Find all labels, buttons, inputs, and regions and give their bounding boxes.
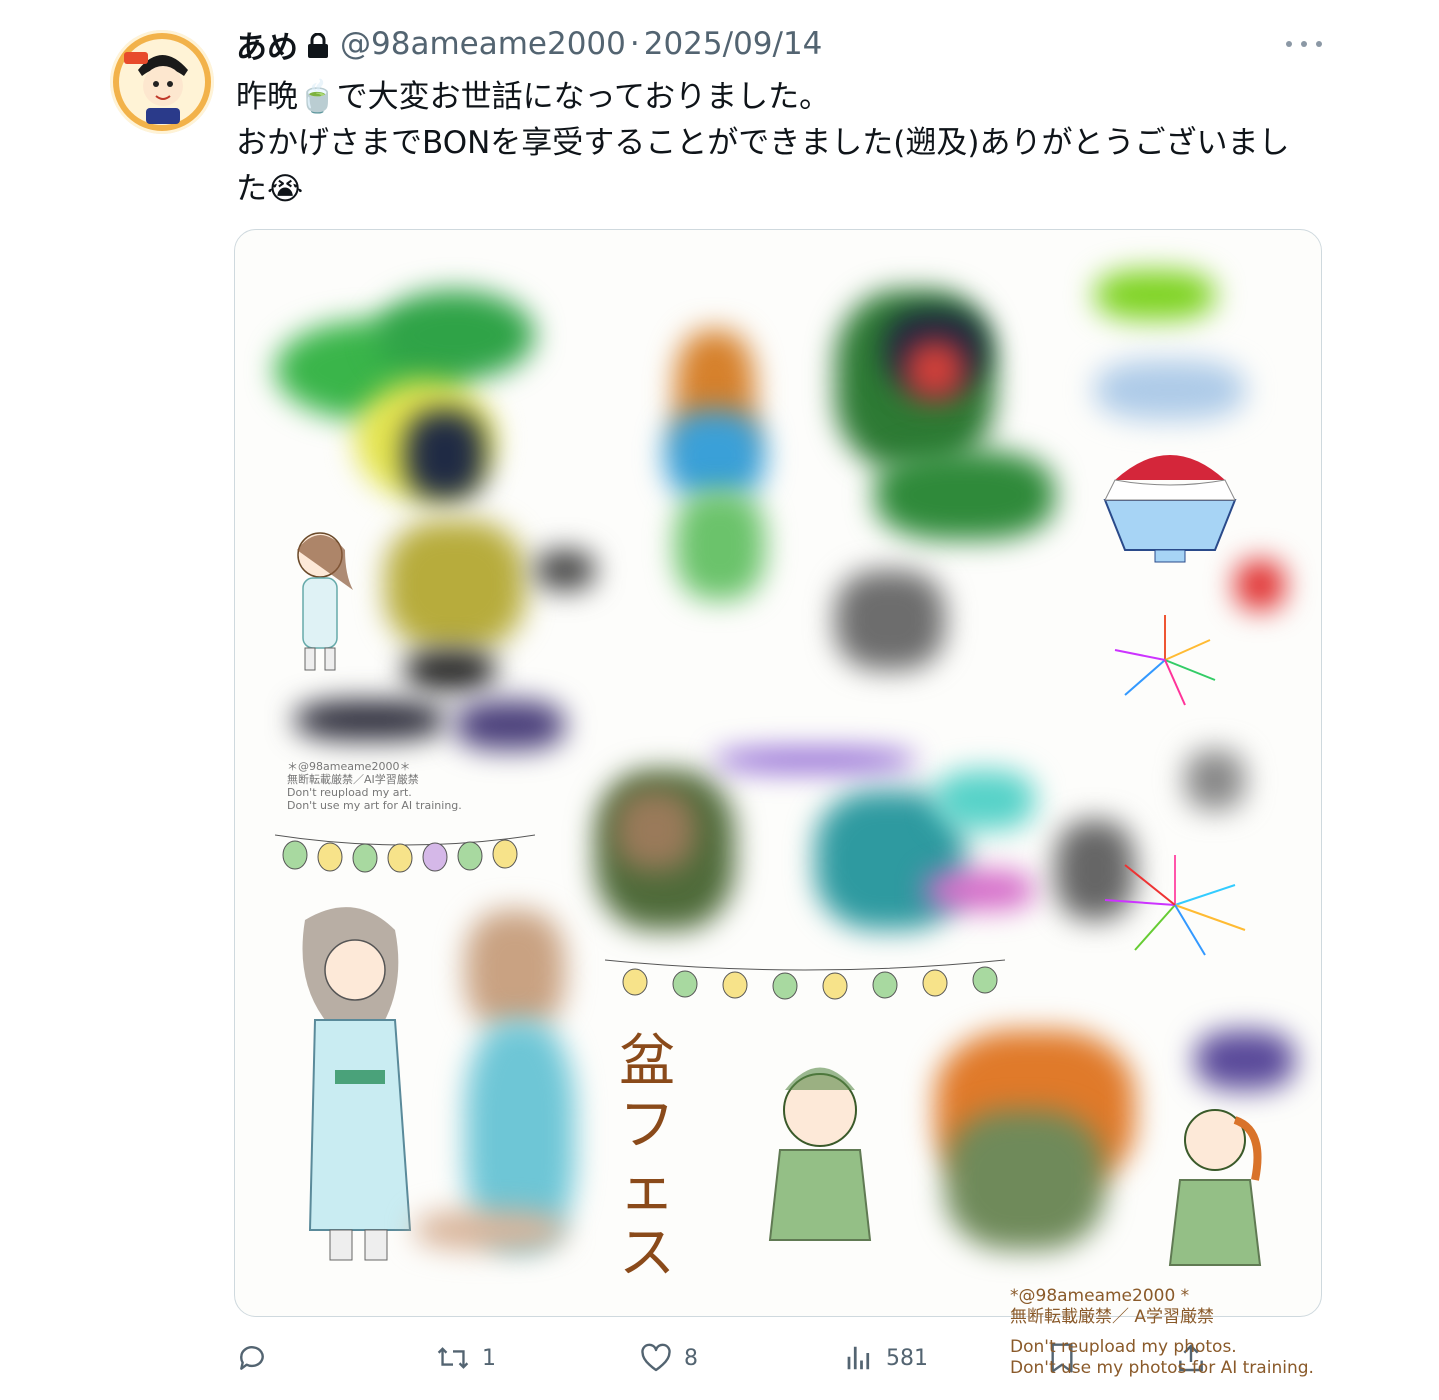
watermark-line: Don't use my photos for AI training. bbox=[1010, 1358, 1314, 1378]
lock-icon bbox=[306, 31, 330, 58]
media-watermark-right: *@98ameame2000 * 無断転載厳禁／ A学習厳禁 Don't reu… bbox=[1010, 1286, 1314, 1379]
watermark-line: ＊@98ameame2000＊ bbox=[287, 760, 411, 773]
display-name[interactable]: あめ bbox=[236, 22, 298, 67]
media-vertical-title: 盆フェス bbox=[619, 1029, 675, 1286]
retweet-count: 1 bbox=[482, 1345, 496, 1371]
more-options-icon[interactable] bbox=[1286, 32, 1322, 56]
watermark-line: 無断転載厳禁／ A学習厳禁 bbox=[1010, 1307, 1215, 1327]
reply-button[interactable] bbox=[236, 1338, 280, 1378]
tweet-text: 昨晩🍵で大変お世話になっておりました。 おかげさまでBONを享受することができま… bbox=[236, 74, 1326, 212]
like-button[interactable]: 8 bbox=[640, 1338, 698, 1378]
tweet-text-line: た😭 bbox=[236, 171, 304, 207]
user-handle[interactable]: @98ameame2000 bbox=[340, 26, 626, 62]
retweet-icon bbox=[437, 1347, 469, 1369]
tweet-media-image[interactable]: 盆フェス ＊@98ameame2000＊ 無断転載厳禁／AI学習厳禁 Don't… bbox=[234, 229, 1322, 1317]
watermark-line: *@98ameame2000 * bbox=[1010, 1286, 1190, 1306]
separator-dot: · bbox=[629, 26, 640, 62]
tweet-text-line: 昨晩🍵で大変お世話になっておりました。 bbox=[236, 79, 831, 115]
retweet-button[interactable]: 1 bbox=[436, 1338, 496, 1378]
heart-icon bbox=[641, 1343, 671, 1372]
watermark-line: Don't reupload my photos. bbox=[1010, 1337, 1237, 1357]
tweet-text-line: おかげさまでBONを享受することができました(遡及)ありがとうございまし bbox=[236, 125, 1290, 161]
like-count: 8 bbox=[684, 1345, 698, 1371]
media-watermark-left: ＊@98ameame2000＊ 無断転載厳禁／AI学習厳禁 Don't reup… bbox=[287, 760, 462, 812]
analytics-icon bbox=[847, 1346, 870, 1370]
avatar[interactable] bbox=[110, 30, 214, 134]
tweet-date[interactable]: 2025/09/14 bbox=[644, 26, 823, 62]
reply-icon bbox=[240, 1346, 264, 1370]
watermark-line: 無断転載厳禁／AI学習厳禁 bbox=[287, 773, 419, 786]
watermark-line: Don't use my art for AI training. bbox=[287, 799, 462, 812]
tweet-header: あめ @98ameame2000 · 2025/09/14 bbox=[236, 22, 823, 67]
watermark-line: Don't reupload my art. bbox=[287, 786, 412, 799]
views-button[interactable]: 581 bbox=[844, 1338, 928, 1378]
views-count: 581 bbox=[886, 1345, 928, 1371]
